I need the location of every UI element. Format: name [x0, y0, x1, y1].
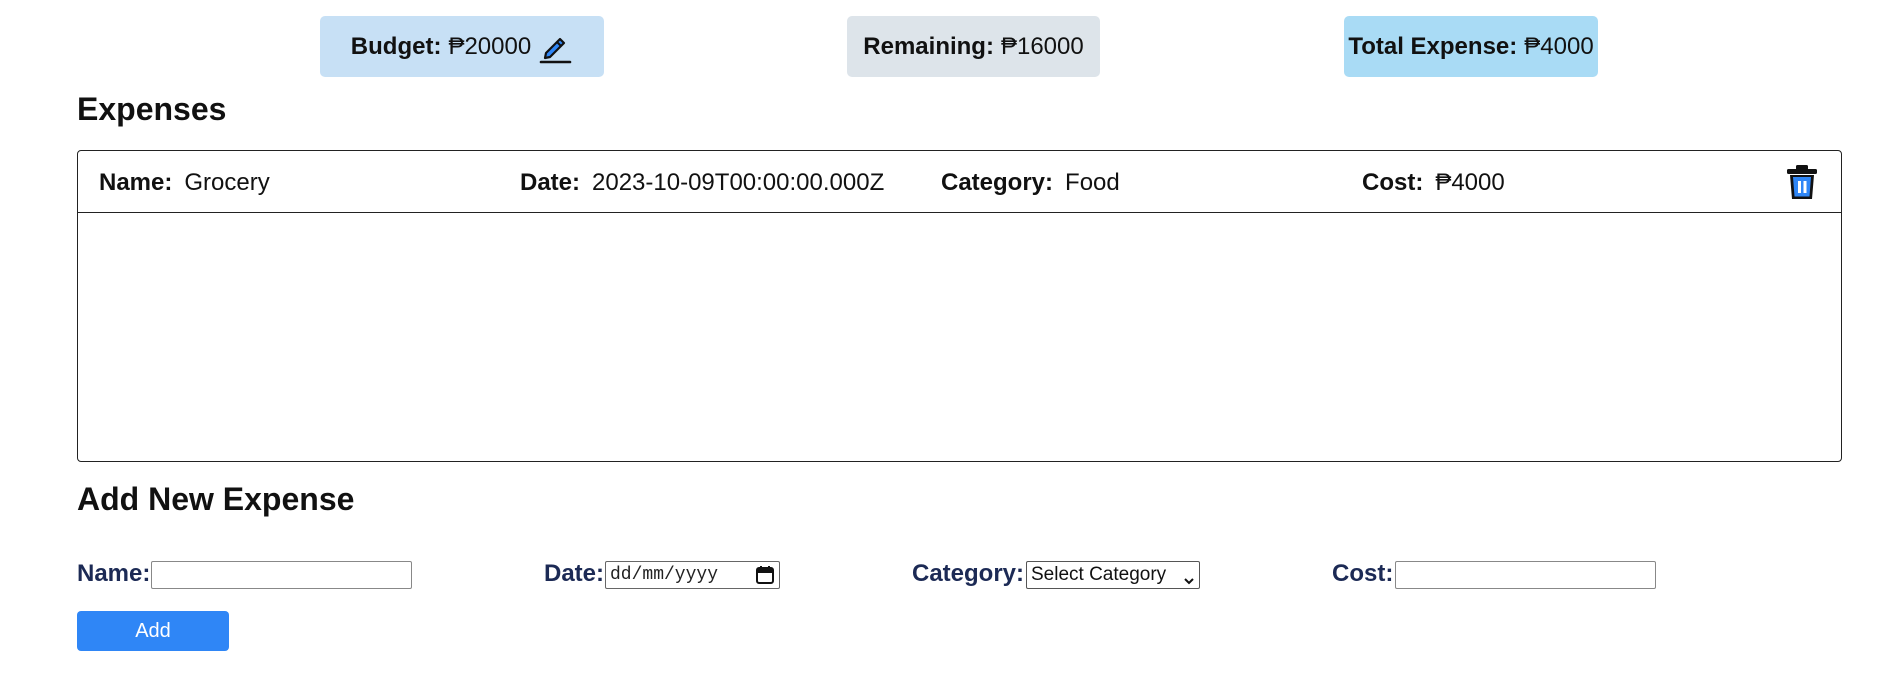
name-field-label: Name:	[77, 560, 151, 587]
expense-category-label: Category:	[941, 169, 1054, 196]
expense-date: Date: 2023-10-09T00:00:00.000Z	[520, 169, 884, 197]
expense-tracker-page: Budget: ₱20000 Remaining: ₱16000 Total E…	[0, 0, 1901, 697]
budget-value: ₱20000	[448, 32, 532, 60]
remaining-card: Remaining: ₱16000	[847, 16, 1100, 77]
date-input[interactable]: dd/mm/yyyy	[605, 561, 780, 589]
category-select[interactable]: Select Category	[1026, 561, 1200, 589]
expense-category: Category: Food	[941, 169, 1120, 197]
expense-name-label: Name:	[99, 169, 173, 196]
category-selected-value: Select Category	[1031, 564, 1167, 585]
total-expense-card: Total Expense: ₱4000	[1344, 16, 1598, 77]
calendar-icon[interactable]	[755, 565, 775, 585]
budget-label: Budget:	[350, 32, 442, 60]
cost-field-label: Cost:	[1332, 560, 1394, 587]
expense-category-value: Food	[1065, 169, 1120, 196]
date-field-label: Date:	[544, 560, 605, 587]
cost-input[interactable]	[1395, 561, 1656, 589]
trash-icon[interactable]	[1784, 163, 1820, 201]
chevron-down-icon	[1183, 570, 1195, 585]
expense-date-label: Date:	[520, 169, 581, 196]
add-expense-heading: Add New Expense	[77, 481, 355, 517]
remaining-label: Remaining:	[863, 32, 994, 60]
name-input[interactable]	[151, 561, 412, 589]
add-button[interactable]: Add	[77, 611, 229, 651]
expense-date-value: 2023-10-09T00:00:00.000Z	[592, 169, 885, 196]
category-field-label: Category:	[912, 560, 1025, 587]
expense-cost-label: Cost:	[1362, 169, 1424, 196]
budget-card: Budget: ₱20000	[320, 16, 604, 77]
expenses-heading: Expenses	[77, 91, 227, 127]
expense-cost-value: ₱4000	[1435, 169, 1505, 196]
pencil-icon[interactable]	[537, 29, 573, 65]
expense-list: Name: Grocery Date: 2023-10-09T00:00:00.00…	[77, 150, 1842, 462]
total-expense-value: ₱4000	[1524, 32, 1594, 60]
total-expense-label: Total Expense:	[1348, 32, 1518, 60]
expense-cost: Cost: ₱4000	[1362, 169, 1505, 197]
expense-name: Name: Grocery	[99, 169, 270, 197]
expense-row: Name: Grocery Date: 2023-10-09T00:00:00.00…	[78, 151, 1841, 213]
expense-name-value: Grocery	[184, 169, 270, 196]
date-placeholder: dd/mm/yyyy	[610, 565, 719, 585]
remaining-value: ₱16000	[1000, 32, 1084, 60]
